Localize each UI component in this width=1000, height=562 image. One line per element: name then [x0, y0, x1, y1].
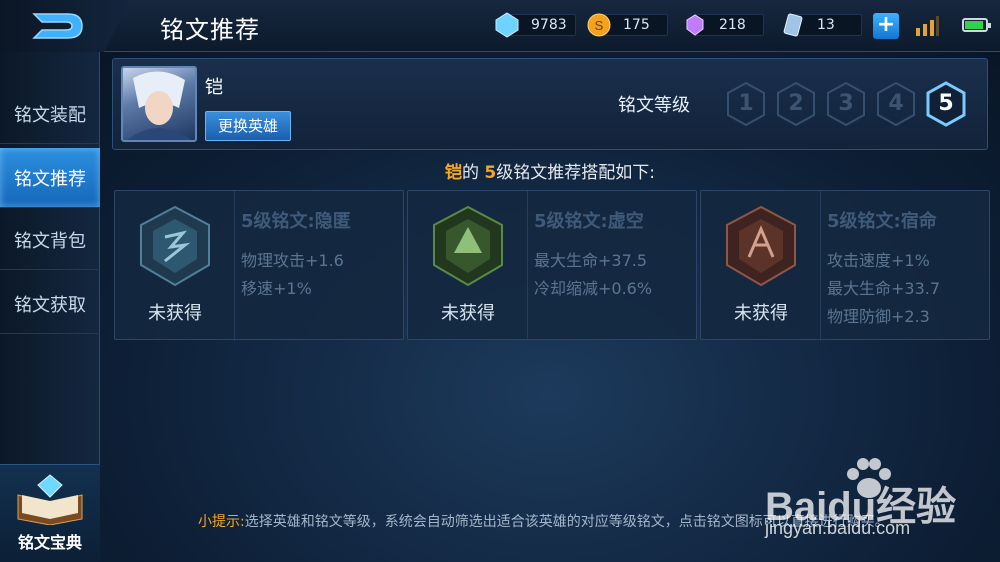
recommend-heading: 铠的 5级铭文推荐搭配如下:	[0, 158, 1000, 183]
rune-hidden-icon	[140, 205, 210, 287]
recommend-hero: 铠	[445, 163, 462, 183]
hero-name: 铠	[205, 77, 223, 98]
gold-coin-icon: S	[587, 13, 611, 37]
signal-icon	[916, 16, 939, 36]
gem-currency: 218	[682, 12, 764, 38]
hero-panel: 铠 更换英雄 铭文等级 1 2 3 4 5	[112, 58, 988, 150]
rune-name: 5级铭文:虚空	[534, 211, 644, 232]
watermark: Baidu经验 jingyan.baidu.com	[765, 456, 985, 556]
rune-stat: 冷却缩减+0.6%	[534, 279, 653, 298]
rune-void-icon	[433, 205, 503, 287]
rune-fate-icon	[726, 205, 796, 287]
rune-name: 5级铭文:隐匿	[241, 211, 351, 232]
level-number: 4	[888, 91, 904, 116]
rune-icon-zone[interactable]: 未获得	[115, 191, 235, 341]
back-arrow-icon	[32, 13, 83, 39]
battery-icon	[962, 18, 991, 32]
codex-label: 铭文宝典	[17, 533, 82, 552]
sidebar-item-equip[interactable]: 铭文装配	[0, 84, 100, 144]
level-5-button[interactable]: 5	[925, 81, 967, 127]
diamond-currency: 9783	[494, 12, 576, 38]
rune-stat: 移速+1%	[241, 279, 312, 298]
card-icon	[783, 13, 803, 37]
rune-stat: 物理防御+2.3	[827, 307, 930, 326]
rune-level-label: 铭文等级	[618, 95, 690, 116]
sidebar-item-bag[interactable]: 铭文背包	[0, 210, 100, 270]
sidebar: 铭文装配 铭文推荐 铭文背包 铭文获取 铭文宝典	[0, 52, 100, 562]
rune-stat: 最大生命+37.5	[534, 251, 648, 270]
level-4-button[interactable]: 4	[875, 81, 917, 127]
rune-status: 未获得	[148, 303, 202, 324]
level-1-button[interactable]: 1	[725, 81, 767, 127]
recommend-suffix: 级铭文推荐搭配如下:	[496, 163, 655, 183]
recommend-prefix: 的	[462, 163, 485, 183]
rune-stat: 攻击速度+1%	[827, 251, 930, 270]
level-number: 2	[788, 91, 804, 116]
book-icon	[17, 474, 83, 525]
level-number: 3	[838, 91, 854, 116]
rune-card-1[interactable]: 未获得 5级铭文:隐匿 物理攻击+1.6 移速+1%	[114, 190, 404, 341]
level-3-button[interactable]: 3	[825, 81, 867, 127]
level-number: 5	[938, 91, 954, 116]
change-hero-button[interactable]: 更换英雄	[205, 111, 291, 141]
diamond-icon	[495, 12, 519, 38]
recommend-level: 5	[484, 163, 497, 183]
hero-portrait[interactable]	[121, 66, 197, 142]
card-currency: 13	[780, 12, 862, 38]
level-2-button[interactable]: 2	[775, 81, 817, 127]
codex-button[interactable]: 铭文宝典	[0, 464, 100, 562]
hero-avatar-icon	[127, 71, 191, 140]
rune-status: 未获得	[734, 303, 788, 324]
level-number: 1	[738, 91, 754, 116]
rune-stat: 最大生命+33.7	[827, 279, 941, 298]
rune-card-2[interactable]: 未获得 5级铭文:虚空 最大生命+37.5 冷却缩减+0.6%	[407, 190, 697, 341]
rune-icon-zone[interactable]: 未获得	[701, 191, 821, 341]
purple-gem-icon	[686, 14, 704, 36]
top-bar: 铭文推荐 9783 S 175 218 13 +	[0, 0, 1000, 52]
rune-card-3[interactable]: 未获得 5级铭文:宿命 攻击速度+1% 最大生命+33.7 物理防御+2.3	[700, 190, 990, 341]
watermark-url: jingyan.baidu.com	[765, 518, 911, 538]
tip-label: 小提示:	[198, 514, 245, 530]
gold-currency: S 175	[586, 12, 668, 38]
sidebar-item-obtain[interactable]: 铭文获取	[0, 274, 100, 334]
add-currency-button[interactable]: +	[873, 13, 899, 39]
rune-status: 未获得	[441, 303, 495, 324]
rune-name: 5级铭文:宿命	[827, 211, 937, 232]
rune-stat: 物理攻击+1.6	[241, 251, 344, 270]
svg-text:S: S	[595, 18, 604, 33]
back-button[interactable]	[0, 0, 130, 52]
page-title: 铭文推荐	[160, 16, 260, 44]
rune-icon-zone[interactable]: 未获得	[408, 191, 528, 341]
